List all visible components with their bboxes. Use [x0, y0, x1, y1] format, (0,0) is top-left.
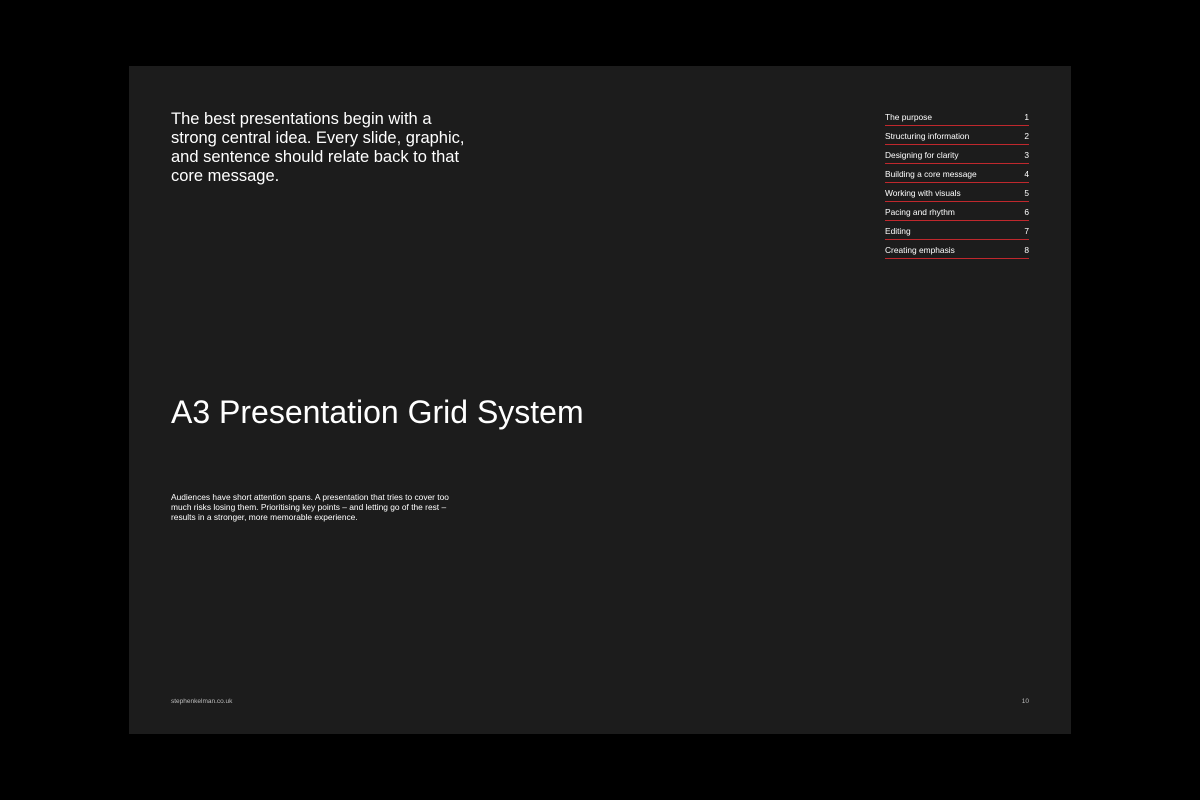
- toc-item-working-with-visuals[interactable]: Working with visuals 5: [885, 184, 1029, 202]
- toc-item-structuring-information[interactable]: Structuring information 2: [885, 127, 1029, 145]
- presentation-slide: The best presentations begin with a stro…: [129, 66, 1071, 734]
- toc-item-designing-for-clarity[interactable]: Designing for clarity 3: [885, 146, 1029, 164]
- toc-item-number: 8: [1024, 245, 1029, 255]
- page-title: A3 Presentation Grid System: [171, 394, 584, 430]
- toc-item-number: 2: [1024, 131, 1029, 141]
- footer-website: stephenkelman.co.uk: [171, 698, 233, 705]
- toc-item-label: Creating emphasis: [885, 245, 955, 255]
- toc-item-number: 4: [1024, 169, 1029, 179]
- toc-item-label: Building a core message: [885, 169, 977, 179]
- table-of-contents: The purpose 1 Structuring information 2 …: [885, 108, 1029, 260]
- toc-item-label: Pacing and rhythm: [885, 207, 955, 217]
- intro-statement: The best presentations begin with a stro…: [171, 110, 465, 185]
- toc-item-label: Designing for clarity: [885, 150, 959, 160]
- toc-item-number: 7: [1024, 226, 1029, 236]
- footer-page-number: 10: [1021, 698, 1029, 705]
- toc-item-building-a-core-message[interactable]: Building a core message 4: [885, 165, 1029, 183]
- toc-item-the-purpose[interactable]: The purpose 1: [885, 108, 1029, 126]
- toc-item-pacing-and-rhythm[interactable]: Pacing and rhythm 6: [885, 203, 1029, 221]
- body-paragraph: Audiences have short attention spans. A …: [171, 492, 449, 522]
- toc-item-editing[interactable]: Editing 7: [885, 222, 1029, 240]
- toc-item-number: 6: [1024, 207, 1029, 217]
- toc-item-label: Editing: [885, 226, 911, 236]
- toc-item-label: Working with visuals: [885, 188, 961, 198]
- toc-item-label: The purpose: [885, 112, 933, 122]
- toc-item-number: 3: [1024, 150, 1029, 160]
- toc-item-number: 5: [1024, 188, 1029, 198]
- toc-item-number: 1: [1024, 112, 1029, 122]
- toc-item-creating-emphasis[interactable]: Creating emphasis 8: [885, 241, 1029, 259]
- toc-item-label: Structuring information: [885, 131, 970, 141]
